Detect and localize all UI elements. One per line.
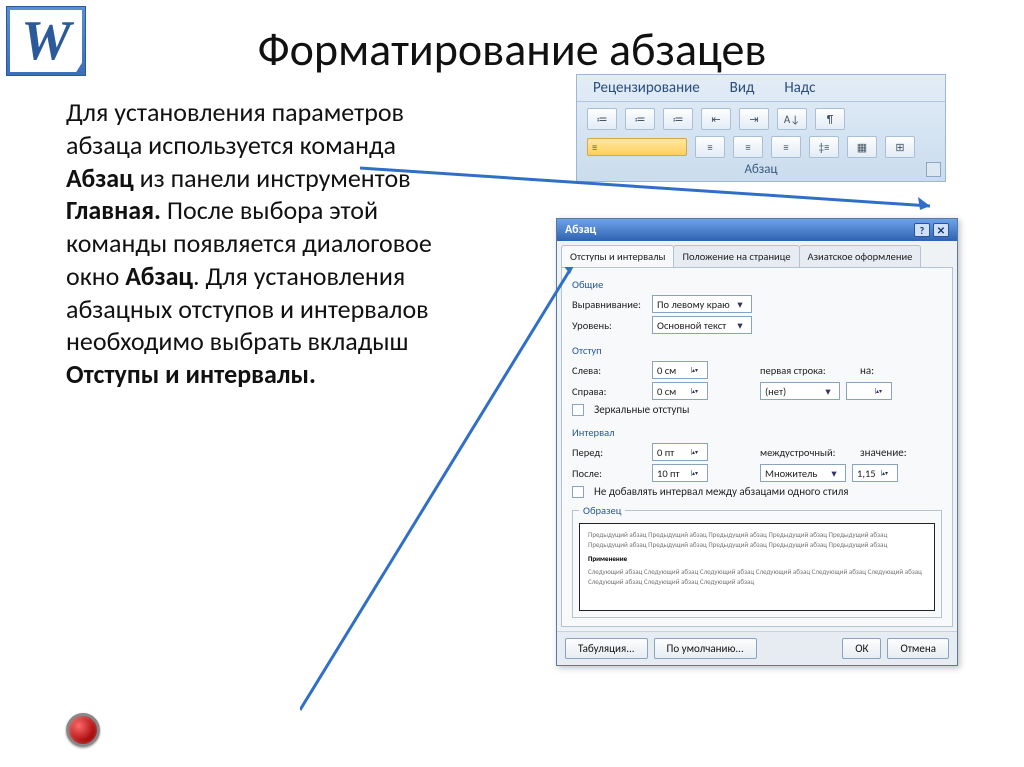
dialog-launcher-icon[interactable] — [926, 162, 941, 177]
level-value: Основной текст — [657, 319, 726, 332]
spinner-icon: ▴▾ — [691, 449, 703, 455]
spinner-icon: ▴▾ — [881, 470, 893, 476]
sample-fieldset: Образец Предыдущий абзац Предыдущий абза… — [572, 504, 942, 618]
left-value: 0 см — [657, 364, 676, 377]
align-left-button[interactable]: ≡ — [587, 138, 687, 156]
numbering-button[interactable]: ≔ — [625, 108, 655, 130]
ribbon-group-label: Абзац — [577, 160, 945, 181]
by-input[interactable]: ▴▾ — [846, 382, 892, 400]
spinner-icon: ▴▾ — [691, 388, 703, 394]
firstline-label: первая строка: — [760, 364, 854, 377]
tab-pageposition[interactable]: Положение на странице — [673, 245, 799, 267]
chevron-down-icon: ▾ — [821, 385, 835, 398]
explain-bold: Абзац — [66, 162, 134, 194]
paragraph-dialog: Абзац ? ✕ Отступы и интервалы Положение … — [556, 218, 958, 666]
before-input[interactable]: 0 пт ▴▾ — [652, 443, 708, 461]
explanation-text: Для установления параметров абзаца испол… — [66, 96, 466, 391]
chevron-down-icon: ▾ — [827, 467, 841, 480]
group-spacing: Интервал — [572, 426, 942, 439]
mirror-checkbox[interactable] — [572, 404, 584, 416]
line-spacing-button[interactable]: ‡≡ — [809, 136, 839, 158]
firstline-value: (нет) — [765, 385, 786, 398]
right-value: 0 см — [657, 385, 676, 398]
ok-button[interactable]: ОК — [842, 638, 881, 659]
default-button[interactable]: По умолчанию... — [654, 638, 757, 659]
sort-button[interactable]: A↓ — [777, 108, 807, 130]
alignment-select[interactable]: По левому краю▾ — [652, 295, 752, 313]
linespacing-select[interactable]: Множитель ▾ — [760, 464, 846, 482]
explain-bold: Отступы и интервалы. — [66, 358, 316, 390]
left-indent-input[interactable]: 0 см ▴▾ — [652, 361, 708, 379]
noaddspace-checkbox[interactable] — [572, 486, 584, 498]
tab-asian[interactable]: Азиатское оформление — [799, 245, 922, 267]
level-select[interactable]: Основной текст ▾ — [652, 316, 752, 334]
bullets-button[interactable]: ≔ — [587, 108, 617, 130]
level-label: Уровень: — [572, 319, 646, 332]
alignment-label: Выравнивание: — [572, 298, 646, 311]
align-right-button[interactable]: ≡ — [733, 136, 763, 158]
linespacing-label: междустрочный: — [760, 446, 854, 459]
chevron-down-icon: ▾ — [733, 298, 747, 311]
shading-button[interactable]: ▦ — [847, 136, 877, 158]
explain-bold: Абзац — [125, 260, 193, 292]
firstline-select[interactable]: (нет) ▾ — [760, 382, 840, 400]
noaddspace-label: Не добавлять интервал между абзацами одн… — [594, 485, 849, 498]
spinner-icon: ▴▾ — [691, 470, 703, 476]
multilevel-button[interactable]: ≔ — [663, 108, 693, 130]
sample-preview: Предыдущий абзац Предыдущий абзац Предыд… — [579, 523, 935, 611]
increase-indent-button[interactable]: ⇥ — [739, 108, 769, 130]
show-marks-button[interactable]: ¶ — [815, 108, 845, 130]
at-input[interactable]: 1,15 ▴▾ — [852, 464, 898, 482]
right-indent-input[interactable]: 0 см ▴▾ — [652, 382, 708, 400]
record-icon — [66, 713, 100, 747]
decrease-indent-button[interactable]: ⇤ — [701, 108, 731, 130]
borders-button[interactable]: ⊞ — [885, 136, 915, 158]
explain-part: Для установления параметров абзаца испол… — [66, 96, 404, 161]
explain-part: из панели инструментов — [134, 162, 411, 194]
after-value: 10 пт — [657, 467, 680, 480]
by-label: на: — [860, 364, 900, 377]
ribbon-tab[interactable]: Вид — [730, 79, 755, 97]
group-general: Общие — [572, 278, 942, 291]
sample-prev: Предыдущий абзац Предыдущий абзац Предыд… — [588, 530, 926, 550]
dialog-titlebar: Абзац ? ✕ — [557, 219, 957, 241]
tabs-button[interactable]: Табуляция... — [565, 638, 648, 659]
group-indent: Отступ — [572, 344, 942, 357]
ribbon-tab[interactable]: Рецензирование — [593, 79, 700, 97]
ribbon-tab[interactable]: Надс — [784, 79, 815, 97]
at-value: 1,15 — [857, 467, 876, 480]
before-label: Перед: — [572, 446, 646, 459]
ribbon-paragraph-group: Рецензирование Вид Надс ≔ ≔ ≔ ⇤ ⇥ A↓ ¶ ≡… — [576, 74, 946, 182]
right-label: Справа: — [572, 385, 646, 398]
cancel-button[interactable]: Отмена — [887, 638, 949, 659]
help-icon[interactable]: ? — [914, 223, 930, 237]
after-input[interactable]: 10 пт ▴▾ — [652, 464, 708, 482]
close-icon[interactable]: ✕ — [933, 223, 949, 237]
left-label: Слева: — [572, 364, 646, 377]
tab-indents[interactable]: Отступы и интервалы — [561, 245, 674, 267]
linespacing-value: Множитель — [765, 467, 817, 480]
alignment-value: По левому краю — [657, 298, 730, 311]
dialog-title-text: Абзац — [565, 223, 596, 237]
align-center-button[interactable]: ≡ — [695, 136, 725, 158]
spinner-icon: ▴▾ — [691, 367, 703, 373]
explain-bold: Главная. — [66, 194, 161, 226]
sample-current: Применение — [588, 554, 926, 564]
spinner-icon: ▴▾ — [875, 388, 887, 394]
chevron-down-icon: ▾ — [733, 319, 747, 332]
slide-title: Форматирование абзацев — [0, 22, 1024, 78]
after-label: После: — [572, 467, 646, 480]
mirror-label: Зеркальные отступы — [594, 403, 689, 416]
justify-button[interactable]: ≡ — [771, 136, 801, 158]
sample-next: Следующий абзац Следующий абзац Следующи… — [588, 567, 926, 587]
sample-legend: Образец — [579, 504, 625, 517]
before-value: 0 пт — [657, 446, 674, 459]
at-label: значение: — [860, 446, 912, 459]
